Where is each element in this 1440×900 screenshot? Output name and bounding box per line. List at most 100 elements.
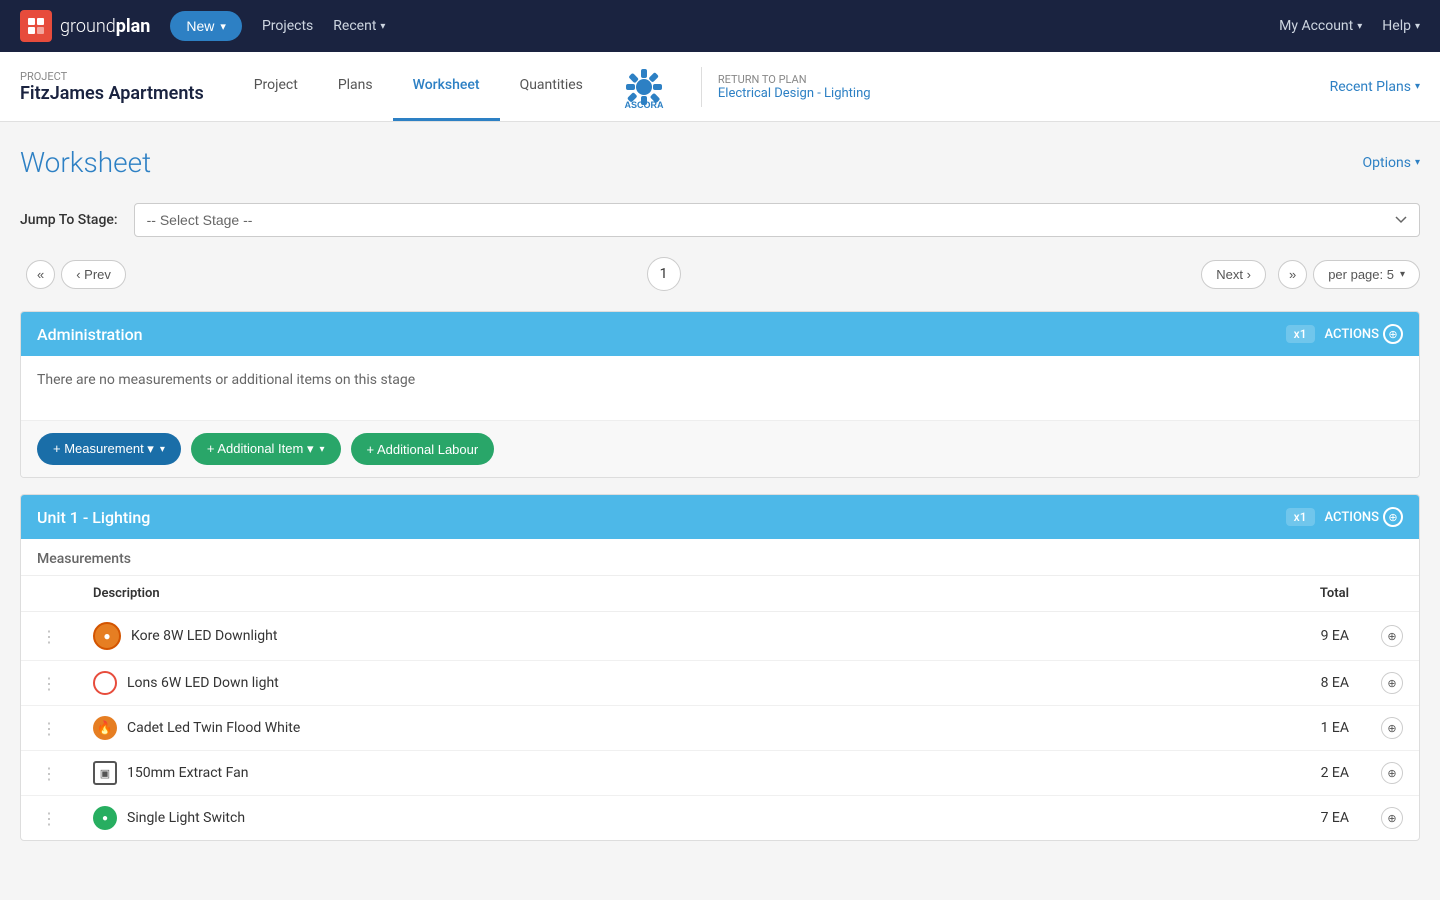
item-desc: ● Single Light Switch [93, 806, 1087, 830]
recent-link[interactable]: Recent [333, 18, 385, 34]
stage-administration-body: There are no measurements or additional … [21, 356, 1419, 420]
pag-right: Next › » per page: 5 [1201, 260, 1420, 289]
item-desc: 🔥 Cadet Led Twin Flood White [93, 716, 1087, 740]
item-desc: ▣ 150mm Extract Fan [93, 761, 1087, 785]
stage-unit1-header-right: x1 ACTIONS ⊕ [1286, 507, 1403, 527]
measurements-label: Measurements [21, 539, 1419, 576]
tab-divider [701, 67, 702, 107]
no-measurements-text: There are no measurements or additional … [37, 372, 1403, 388]
item-description: Lons 6W LED Down light [127, 675, 279, 691]
pag-current-page: 1 [647, 257, 681, 291]
stage-administration-footer: + Measurement ▾ + Additional Item ▾ + Ad… [21, 420, 1419, 477]
pag-left: « ‹ Prev [20, 260, 126, 289]
col-total: Total [1103, 576, 1365, 612]
col-description: Description [77, 576, 1103, 612]
pagination-top: « ‹ Prev 1 Next › » per page: 5 [20, 257, 1420, 291]
stage-administration-title: Administration [37, 325, 143, 344]
drag-handle[interactable]: ⋮ [37, 674, 61, 693]
add-labour-button[interactable]: + Additional Labour [351, 433, 495, 465]
item-total: 9 EA [1103, 612, 1365, 661]
add-measurement-button[interactable]: + Measurement ▾ [37, 433, 181, 465]
ascora-logo: ASCORA [619, 62, 669, 112]
return-plan-link[interactable]: Electrical Design - Lighting [718, 86, 871, 101]
drag-handle[interactable]: ⋮ [37, 719, 61, 738]
item-icon-downlight: ● [93, 622, 121, 650]
sub-navigation: PROJECT FitzJames Apartments Project Pla… [0, 52, 1440, 122]
item-description: Single Light Switch [127, 810, 245, 826]
project-label: PROJECT [20, 70, 204, 83]
page-title: Worksheet [20, 146, 151, 179]
stage-unit1-actions-btn[interactable]: ACTIONS ⊕ [1325, 507, 1403, 527]
stage-administration: Administration x1 ACTIONS ⊕ There are no… [20, 311, 1420, 478]
per-page-button[interactable]: per page: 5 [1313, 260, 1420, 289]
pag-prev-button[interactable]: ‹ Prev [61, 260, 126, 289]
account-link[interactable]: My Account [1279, 18, 1362, 34]
drag-handle[interactable]: ⋮ [37, 764, 61, 783]
project-name: FitzJames Apartments [20, 83, 204, 104]
item-desc: ● Kore 8W LED Downlight [93, 622, 1087, 650]
table-row: ⋮ Lons 6W LED Down light 8 EA ⊕ [21, 661, 1419, 706]
logo-text: groundplan [60, 16, 150, 37]
projects-link[interactable]: Projects [262, 18, 313, 34]
options-button[interactable]: Options [1363, 155, 1420, 171]
logo-icon [20, 10, 52, 42]
add-item-button[interactable]: + Additional Item ▾ [191, 433, 341, 465]
main-content: Worksheet Options Jump To Stage: -- Sele… [0, 122, 1440, 881]
measurements-table: Description Total ⋮ ● Kore 8W LED Downli… [21, 576, 1419, 840]
pag-first-button[interactable]: « [26, 260, 55, 289]
item-description: 150mm Extract Fan [127, 765, 248, 781]
table-row: ⋮ ● Kore 8W LED Downlight 9 EA ⊕ [21, 612, 1419, 661]
stage-unit1-actions-circle[interactable]: ⊕ [1383, 507, 1403, 527]
new-button[interactable]: New [170, 11, 242, 41]
return-label: RETURN TO PLAN [718, 73, 871, 86]
tab-plans[interactable]: Plans [318, 52, 393, 121]
pag-last-button[interactable]: » [1278, 260, 1307, 289]
project-info: PROJECT FitzJames Apartments [20, 70, 204, 104]
ascora-gear-icon: ASCORA [619, 62, 669, 112]
jump-stage-label: Jump To Stage: [20, 212, 118, 228]
drag-handle[interactable]: ⋮ [37, 627, 61, 646]
stage-actions-circle[interactable]: ⊕ [1383, 324, 1403, 344]
stage-header-right: x1 ACTIONS ⊕ [1286, 324, 1403, 344]
tab-project[interactable]: Project [234, 52, 318, 121]
row-action-button[interactable]: ⊕ [1381, 717, 1403, 739]
row-action-button[interactable]: ⊕ [1381, 807, 1403, 829]
row-action-button[interactable]: ⊕ [1381, 625, 1403, 647]
jump-to-stage: Jump To Stage: -- Select Stage -- [20, 203, 1420, 237]
pag-next-button[interactable]: Next › [1201, 260, 1266, 289]
page-header: Worksheet Options [20, 146, 1420, 179]
pag-center: 1 [126, 257, 1201, 291]
tab-quantities[interactable]: Quantities [500, 52, 603, 121]
row-action-button[interactable]: ⊕ [1381, 762, 1403, 784]
item-description: Cadet Led Twin Flood White [127, 720, 300, 736]
item-total: 2 EA [1103, 751, 1365, 796]
table-row: ⋮ ▣ 150mm Extract Fan 2 EA ⊕ [21, 751, 1419, 796]
nav-left: groundplan New Projects Recent [20, 10, 385, 42]
return-to-plan: RETURN TO PLAN Electrical Design - Light… [718, 73, 871, 101]
stage-unit1-title: Unit 1 - Lighting [37, 508, 150, 527]
stage-select[interactable]: -- Select Stage -- [134, 203, 1420, 237]
table-row: ⋮ 🔥 Cadet Led Twin Flood White 1 EA ⊕ [21, 706, 1419, 751]
recent-plans-button[interactable]: Recent Plans [1330, 79, 1420, 95]
table-row: ⋮ ● Single Light Switch 7 EA ⊕ [21, 796, 1419, 841]
stage-unit1-header: Unit 1 - Lighting x1 ACTIONS ⊕ [21, 495, 1419, 539]
top-navigation: groundplan New Projects Recent My Accoun… [0, 0, 1440, 52]
item-icon-flood: 🔥 [93, 716, 117, 740]
logo[interactable]: groundplan [20, 10, 150, 42]
svg-text:ASCORA: ASCORA [624, 100, 664, 110]
item-total: 7 EA [1103, 796, 1365, 841]
item-total: 8 EA [1103, 661, 1365, 706]
tabs: Project Plans Worksheet Quantities [234, 52, 603, 121]
item-icon-switch: ● [93, 806, 117, 830]
nav-right: My Account Help [1279, 18, 1420, 34]
stage-actions-btn[interactable]: ACTIONS ⊕ [1325, 324, 1403, 344]
tab-worksheet[interactable]: Worksheet [393, 52, 500, 121]
row-action-button[interactable]: ⊕ [1381, 672, 1403, 694]
item-icon-downlight2 [93, 671, 117, 695]
stage-unit1-lighting: Unit 1 - Lighting x1 ACTIONS ⊕ Measureme… [20, 494, 1420, 841]
item-total: 1 EA [1103, 706, 1365, 751]
drag-handle[interactable]: ⋮ [37, 809, 61, 828]
help-link[interactable]: Help [1382, 18, 1420, 34]
item-description: Kore 8W LED Downlight [131, 628, 277, 644]
col-drag [21, 576, 77, 612]
